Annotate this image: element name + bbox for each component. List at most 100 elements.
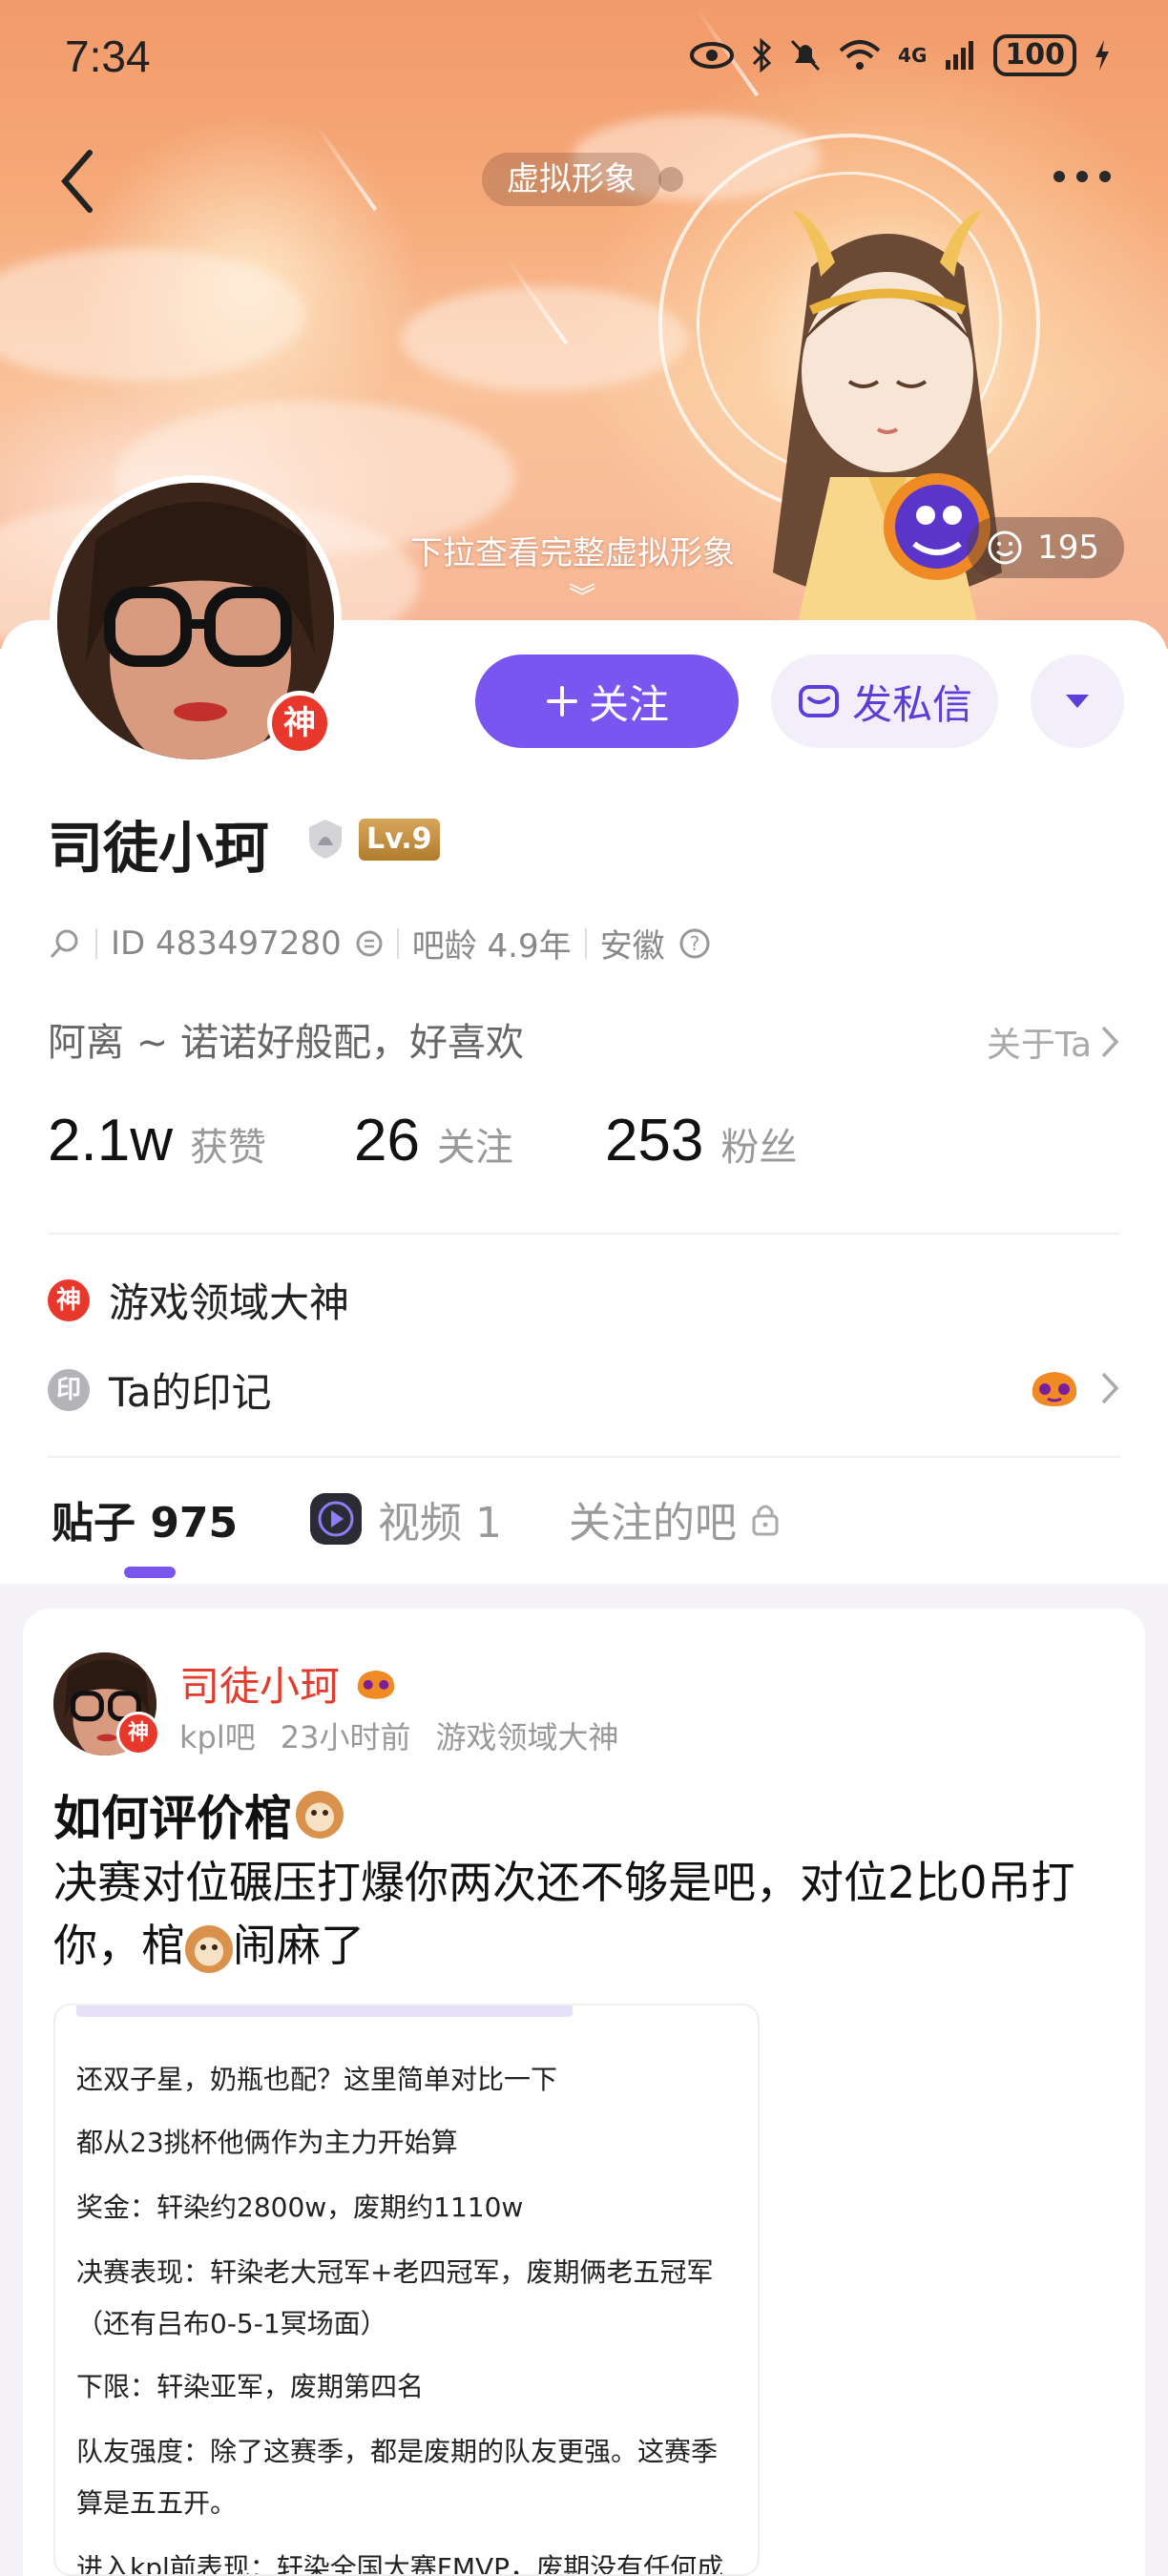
honor-label: 游戏领域大神 — [109, 1279, 350, 1326]
tab-posts-label: 贴子 975 — [52, 1499, 239, 1548]
god-badge: 神 — [267, 691, 332, 756]
image-text-line: 决赛表现：轩染老大冠军+老四冠军，废期俩老五冠军 — [76, 2256, 714, 2288]
stat-label: 获赞 — [189, 1126, 266, 1170]
game-mark-icon — [1032, 1372, 1077, 1406]
mark-icon: 印 — [48, 1368, 90, 1411]
honor-god[interactable]: 神 游戏领域大神 — [48, 1271, 349, 1329]
chevron-right-icon — [1101, 1026, 1119, 1058]
message-label: 发私信 — [851, 680, 972, 728]
message-envelope-icon — [798, 685, 839, 717]
bluetooth-icon — [752, 38, 772, 73]
image-text-line: 下限：轩染亚军，废期第四名 — [76, 2371, 425, 2402]
profile-bio: 阿离 ~ 诺诺好般配，好喜欢 — [48, 1021, 524, 1065]
post-author-name: 司徒小珂 — [179, 1663, 341, 1710]
divider — [48, 1456, 1120, 1458]
eye-icon — [690, 42, 735, 69]
honor-marks[interactable]: 印 Ta的印记 — [48, 1361, 271, 1419]
stat-value: 26 — [353, 1108, 420, 1174]
post-body[interactable]: 决赛对位碾压打爆你两次还不够是吧，对位2比0吊打你，棺 闹麻了 — [53, 1851, 1122, 1977]
post-tag: 游戏领域大神 — [435, 1719, 619, 1755]
image-text-line: 奖金：轩染约2800w，废期约1110w — [76, 2192, 524, 2223]
more-options-icon[interactable] — [1044, 157, 1120, 196]
dog-emoji-icon — [185, 1924, 233, 1973]
tab-videos-label: 视频 1 — [378, 1499, 502, 1548]
chevron-down-icon: ︾ — [569, 581, 596, 613]
tab-videos[interactable]: 视频 1 — [307, 1488, 502, 1549]
charging-icon — [1095, 40, 1109, 71]
divider — [48, 1233, 1120, 1235]
lock-icon — [752, 1505, 779, 1536]
level-badge: Lv.9 — [359, 819, 440, 861]
help-icon[interactable]: ? — [678, 927, 711, 960]
image-text-line: 进入kpl前表现：轩染全国大赛FMVP，废期没有任何成 — [76, 2552, 724, 2576]
stat-followers[interactable]: 253 粉丝 — [605, 1107, 797, 1174]
post-forum[interactable]: kpl吧 — [179, 1714, 256, 1757]
follow-button[interactable]: 关注 — [475, 654, 739, 748]
marks-preview[interactable] — [1027, 1366, 1120, 1410]
post-body-text-2: 闹麻了 — [233, 1920, 365, 1971]
shield-icon — [309, 820, 342, 859]
stat-following[interactable]: 26 关注 — [354, 1107, 513, 1174]
stat-label: 关注 — [436, 1126, 513, 1170]
location: 安徽 — [599, 927, 665, 966]
profile-stats: 2.1w 获赞 26 关注 253 粉丝 — [48, 1107, 797, 1174]
image-text-line: 还双子星，奶瓶也配？这里简单对比一下 — [76, 2064, 558, 2095]
image-text-line: 都从23挑杯他俩作为主力开始算 — [76, 2127, 458, 2158]
pill-dot — [658, 167, 683, 192]
god-honor-icon: 神 — [48, 1278, 90, 1321]
virtual-avatar-pill[interactable]: 虚拟形象 — [482, 153, 661, 206]
stat-value: 2.1w — [48, 1108, 173, 1174]
status-icons: 4G 100 — [690, 34, 1111, 76]
post-god-badge: 神 — [116, 1712, 160, 1755]
tab-followed-forums[interactable]: 关注的吧 — [569, 1488, 781, 1549]
tieba-age: 吧龄 4.9年 — [411, 927, 572, 966]
honor-label: Ta的印记 — [109, 1369, 272, 1416]
profile-meta: ID 483497280 吧龄 4.9年 安徽 ? — [48, 920, 711, 966]
stat-likes[interactable]: 2.1w 获赞 — [48, 1107, 266, 1174]
tab-forums-label: 关注的吧 — [569, 1499, 737, 1548]
image-text-line: 算是五五开。 — [76, 2487, 238, 2519]
stat-value: 253 — [604, 1108, 704, 1174]
battery-indicator: 100 — [993, 34, 1076, 76]
chevron-right-icon — [1101, 1372, 1119, 1404]
tab-posts[interactable]: 贴子 975 — [52, 1488, 238, 1549]
mute-bell-icon — [790, 39, 821, 72]
search-id-icon — [50, 929, 78, 958]
private-message-button[interactable]: 发私信 — [771, 654, 998, 748]
wifi-icon — [839, 40, 881, 70]
like-count-pill[interactable]: 195 — [967, 517, 1124, 578]
status-time: 7:34 — [65, 31, 151, 81]
status-bar: 7:34 4G 100 — [0, 0, 1168, 114]
smile-icon — [988, 530, 1022, 565]
stat-label: 粉丝 — [720, 1126, 798, 1170]
user-id: ID 483497280 — [111, 924, 342, 963]
pull-down-hint: 下拉查看完整虚拟形象 — [410, 534, 735, 572]
post-title[interactable]: 如何评价棺 — [53, 1780, 344, 1849]
plus-icon — [546, 686, 577, 717]
like-count: 195 — [1037, 529, 1099, 567]
caret-down-icon — [1066, 695, 1089, 708]
image-text-line: （还有吕布0-5-1冥场面） — [76, 2308, 387, 2339]
follow-label: 关注 — [588, 680, 669, 728]
back-arrow-icon[interactable] — [52, 143, 109, 219]
more-actions-dropdown[interactable] — [1031, 654, 1124, 748]
video-icon — [310, 1493, 362, 1545]
image-text-line: 队友强度：除了这赛季，都是废期的队友更强。这赛季 — [76, 2436, 719, 2467]
svg-text:?: ? — [689, 932, 699, 955]
post-time: 23小时前 — [280, 1719, 411, 1755]
game-mark-icon — [357, 1670, 395, 1699]
about-link[interactable]: 关于Ta — [987, 1017, 1120, 1067]
post-title-text: 如何评价棺 — [53, 1791, 292, 1846]
post-image[interactable]: 还双子星，奶瓶也配？这里简单对比一下 都从23挑杯他俩作为主力开始算 奖金：轩染… — [53, 2004, 760, 2576]
copy-icon[interactable] — [355, 929, 384, 958]
signal-icon — [946, 41, 974, 70]
cropped-heading — [76, 2005, 573, 2017]
about-label: 关于Ta — [986, 1026, 1092, 1065]
post-meta: kpl吧 23小时前 游戏领域大神 — [179, 1714, 619, 1757]
network-type: 4G — [898, 44, 928, 67]
post-author[interactable]: 司徒小珂 — [179, 1654, 399, 1713]
dog-emoji-icon — [296, 1791, 344, 1839]
profile-tabs: 贴子 975 视频 1 关注的吧 — [0, 1460, 1168, 1584]
profile-username: 司徒小珂 — [48, 816, 270, 881]
tab-active-indicator — [124, 1567, 176, 1578]
